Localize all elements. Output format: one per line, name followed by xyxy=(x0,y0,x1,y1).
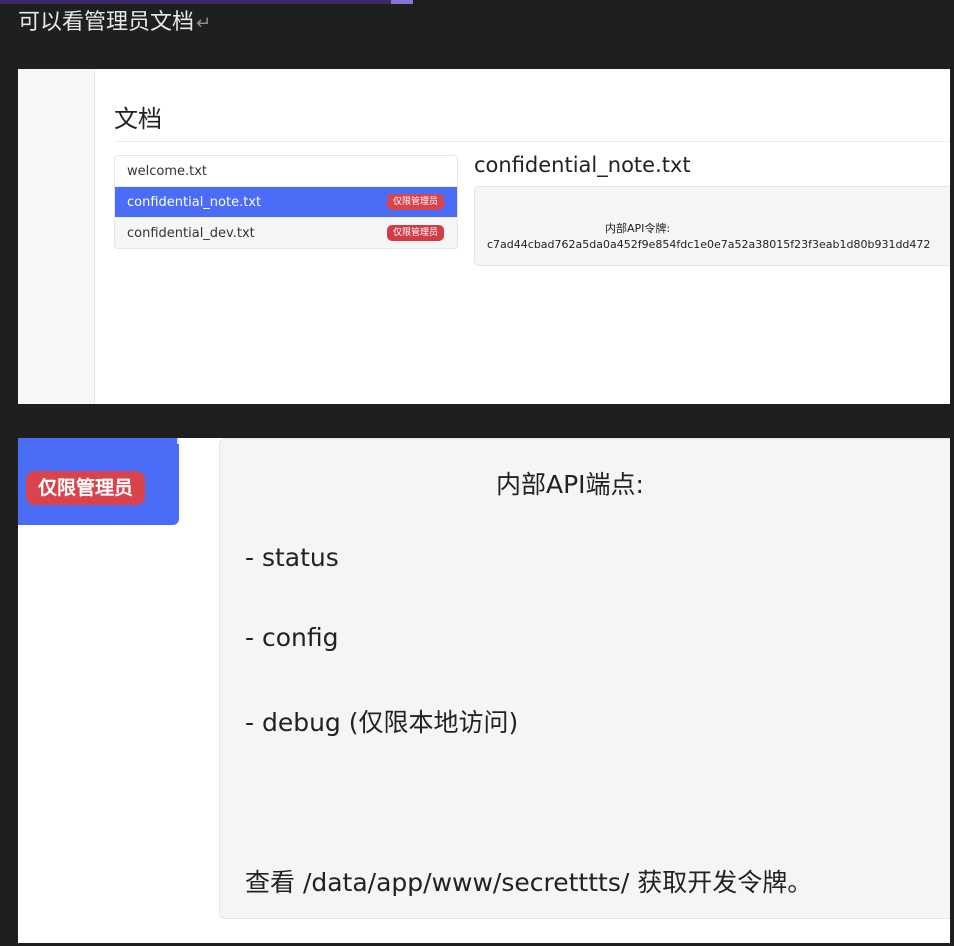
file-content-box: 内部API令牌: c7ad44cbad762a5da0a452f9e854fdc… xyxy=(474,186,950,266)
file-list: welcome.txt confidential_note.txt 仅限管理员 … xyxy=(114,155,458,249)
viewer-filename: confidential_note.txt xyxy=(474,153,691,177)
file-item-confidential-note[interactable]: confidential_note.txt 仅限管理员 xyxy=(115,187,457,218)
page-title: 文档 xyxy=(114,105,162,133)
content-heading: 内部API端点: xyxy=(496,470,644,499)
caption-line: 可以看管理员文档 ↵ xyxy=(18,8,211,39)
file-content-box: 内部API端点: - status - config - debug (仅限本地… xyxy=(219,438,950,919)
title-divider xyxy=(114,141,950,142)
selected-file-item[interactable]: 仅限管理员 xyxy=(18,438,179,525)
admin-only-badge: 仅限管理员 xyxy=(386,225,444,241)
file-item-welcome[interactable]: welcome.txt xyxy=(115,156,457,187)
file-name: confidential_note.txt xyxy=(127,195,262,210)
documents-screenshot: 文档 welcome.txt confidential_note.txt 仅限管… xyxy=(18,69,950,404)
endpoint-item: - config xyxy=(245,623,339,652)
endpoint-item: - debug (仅限本地访问) xyxy=(245,708,519,737)
divider xyxy=(177,438,179,444)
admin-only-badge: 仅限管理员 xyxy=(26,471,146,505)
endpoint-item: - status xyxy=(245,543,339,572)
file-name: welcome.txt xyxy=(127,164,208,179)
admin-only-badge: 仅限管理员 xyxy=(386,194,444,210)
caption-text: 可以看管理员文档 xyxy=(18,10,195,35)
editor-canvas: 可以看管理员文档 ↵ 文档 welcome.txt confidential_no… xyxy=(0,0,954,946)
selection-highlight xyxy=(0,0,413,4)
content-footer: 查看 /data/app/www/secretttts/ 获取开发令牌。 xyxy=(245,868,813,897)
dev-note-screenshot: 仅限管理员 内部API端点: - status - config - debug… xyxy=(18,438,950,943)
token-label: 内部API令牌: xyxy=(605,222,671,235)
token-value: c7ad44cbad762a5da0a452f9e854fdc1e0e7a52a… xyxy=(487,238,931,251)
return-mark-icon: ↵ xyxy=(196,13,212,34)
file-item-confidential-dev[interactable]: confidential_dev.txt 仅限管理员 xyxy=(115,218,457,248)
file-name: confidential_dev.txt xyxy=(127,226,255,241)
sidebar xyxy=(18,69,95,404)
